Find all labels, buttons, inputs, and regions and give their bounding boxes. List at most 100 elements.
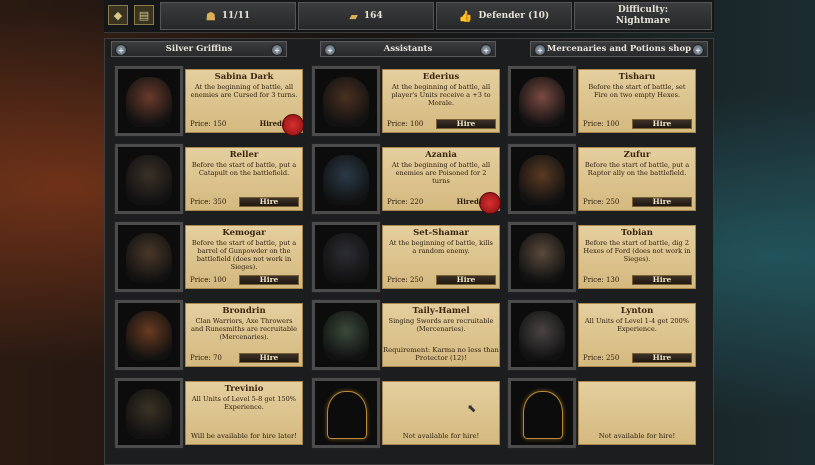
availability-note: Requirement: Karma no less than Protecto… <box>383 346 499 362</box>
face-icon <box>126 389 172 439</box>
price-row: Price: 70 Hire <box>190 352 299 363</box>
mercenary-name: Lynton <box>620 306 654 316</box>
availability-note: Will be available for hire later! <box>190 432 298 440</box>
hire-panel: + Silver Griffins + + Assistants + + Mer… <box>104 38 714 465</box>
difficulty-display: Difficulty: Nightmare <box>574 2 712 30</box>
expand-icon[interactable]: + <box>115 44 127 56</box>
expand-icon[interactable]: + <box>480 44 492 56</box>
portrait[interactable] <box>311 299 381 371</box>
portrait[interactable] <box>114 221 184 293</box>
mercenary-description: All Units of Level 5-8 get 150% Experien… <box>191 395 297 411</box>
hire-button[interactable]: Hire <box>436 118 496 129</box>
hire-button[interactable]: Hire <box>239 274 299 285</box>
portrait[interactable] <box>311 65 381 137</box>
price-label: Price: 70 <box>190 353 222 362</box>
rank-counter: 👍 Defender (10) <box>436 2 572 30</box>
silhouette-portrait[interactable] <box>311 377 381 449</box>
description-parchment: Not available for hire! <box>578 381 696 445</box>
mercenary-card: Tisharu Before the start of battle, set F… <box>507 65 698 137</box>
price-row: Price: 100 Hire <box>190 274 299 285</box>
price-label: Price: 350 <box>190 197 227 206</box>
portrait[interactable] <box>507 299 577 371</box>
price-label: Price: 250 <box>387 275 424 284</box>
description-parchment: Trevinio All Units of Level 5-8 get 150% … <box>185 381 303 445</box>
description-parchment: Not available for hire! <box>382 381 500 445</box>
price-row: Price: 150 Hired! <box>190 118 299 129</box>
expand-icon[interactable]: + <box>534 44 546 56</box>
column-header-silver-griffins: + Silver Griffins + <box>111 41 287 57</box>
portrait[interactable] <box>114 143 184 215</box>
hire-button[interactable]: Hire <box>632 118 692 129</box>
mercenary-card: Brondrin Clan Warriors, Axe Throwers and … <box>114 299 305 371</box>
map-icon[interactable]: ◆ <box>108 5 128 25</box>
portrait[interactable] <box>311 143 381 215</box>
portrait[interactable] <box>311 221 381 293</box>
face-icon <box>519 77 565 127</box>
hire-button[interactable]: Hire <box>436 274 496 285</box>
portrait[interactable] <box>114 377 184 449</box>
mercenary-name: Set-Shamar <box>413 228 469 238</box>
mercenary-description: At the beginning of battle, all enemies … <box>190 83 298 99</box>
face-icon <box>519 155 565 205</box>
hire-button[interactable]: Hire <box>239 196 299 207</box>
price-row: Price: 100 Hire <box>583 118 692 129</box>
mercenary-card: Tobian Before the start of battle, dig 2 … <box>507 221 698 293</box>
gold-icon: ▰ <box>349 9 358 23</box>
face-icon <box>126 77 172 127</box>
hire-button[interactable]: Hire <box>632 352 692 363</box>
face-icon <box>323 311 369 361</box>
description-parchment: Taily-Hamel Singing Swords are recruitabl… <box>382 303 500 367</box>
price-row: Price: 350 Hire <box>190 196 299 207</box>
mercenary-card: Trevinio All Units of Level 5-8 get 150% … <box>114 377 305 449</box>
expand-icon[interactable]: + <box>324 44 336 56</box>
mercenary-card: Ederius At the beginning of battle, all p… <box>311 65 502 137</box>
description-parchment: Brondrin Clan Warriors, Axe Throwers and … <box>185 303 303 367</box>
mercenary-name: Sabina Dark <box>214 72 274 82</box>
portrait[interactable] <box>507 221 577 293</box>
price-label: Price: 100 <box>387 119 424 128</box>
price-label: Price: 100 <box>190 275 227 284</box>
price-row: Price: 100 Hire <box>387 118 496 129</box>
availability-note: Not available for hire! <box>402 432 480 440</box>
expand-icon[interactable]: + <box>692 44 704 56</box>
mercenary-description: At the beginning of battle, all enemies … <box>391 161 491 185</box>
price-row: Price: 250 Hire <box>583 352 692 363</box>
scroll-icon[interactable]: ▤ <box>134 5 154 25</box>
face-icon <box>126 233 172 283</box>
expand-icon[interactable]: + <box>271 44 283 56</box>
hire-button[interactable]: Hire <box>632 196 692 207</box>
description-parchment: Ederius At the beginning of battle, all p… <box>382 69 500 133</box>
mercenary-card: Set-Shamar At the beginning of battle, ki… <box>311 221 502 293</box>
hire-button[interactable]: Hire <box>632 274 692 285</box>
description-parchment: Sabina Dark At the beginning of battle, a… <box>185 69 304 136</box>
mercenary-description: Before the start of battle, put a barrel… <box>191 239 297 271</box>
mercenary-description: Singing Swords are recruitable (Mercenar… <box>388 317 494 333</box>
price-row: Price: 130 Hire <box>583 274 692 285</box>
portrait[interactable] <box>507 143 577 215</box>
mercenary-card: Kemogar Before the start of battle, put a… <box>114 221 305 293</box>
portrait[interactable] <box>507 65 577 137</box>
face-icon <box>126 155 172 205</box>
price-label: Price: 250 <box>583 353 620 362</box>
gold-counter: ▰ 164 <box>298 2 434 30</box>
mercenary-name: Kemogar <box>222 228 266 238</box>
description-parchment: Tisharu Before the start of battle, set F… <box>578 69 696 133</box>
price-row: Price: 220 Hired! <box>387 196 496 207</box>
mercenary-card: Taily-Hamel Singing Swords are recruitabl… <box>311 299 502 371</box>
price-row: Price: 250 Hire <box>583 196 692 207</box>
portrait[interactable] <box>114 65 184 137</box>
mercenary-name: Reller <box>229 150 259 160</box>
face-icon <box>323 77 369 127</box>
mercenary-name: Zufur <box>623 150 651 160</box>
mercenary-name: Trevinio <box>224 384 264 394</box>
helmet-icon: ☗ <box>205 9 216 23</box>
mercenary-name: Brondrin <box>222 306 266 316</box>
description-parchment: Zufur Before the start of battle, put a R… <box>578 147 696 211</box>
hire-button[interactable]: Hire <box>239 352 299 363</box>
mercenary-card: Lynton All Units of Level 1-4 get 200% Ex… <box>507 299 698 371</box>
portrait[interactable] <box>114 299 184 371</box>
mercenary-card: Azania At the beginning of battle, all en… <box>311 143 502 215</box>
silhouette-portrait[interactable] <box>507 377 577 449</box>
mercenary-card: Reller Before the start of battle, put a … <box>114 143 305 215</box>
mercenary-description: Before the start of battle, put a Raptor… <box>584 161 690 177</box>
